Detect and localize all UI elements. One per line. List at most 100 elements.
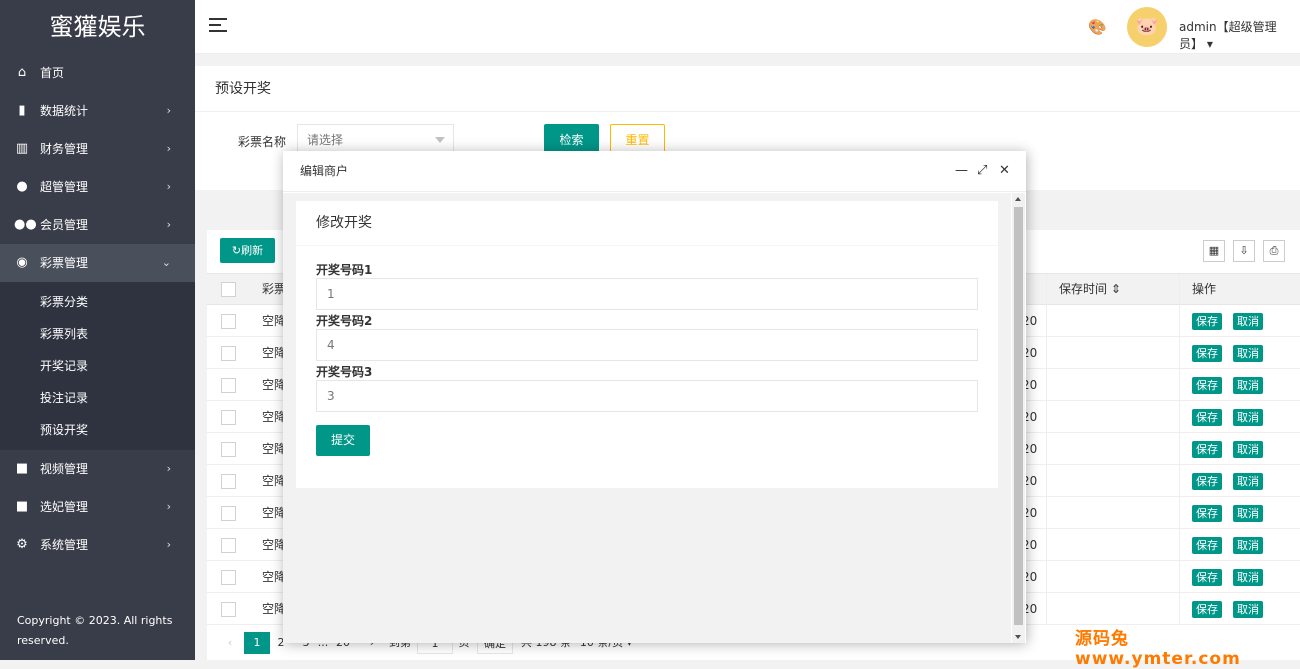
row-save-button[interactable]: 保存 [1192, 505, 1222, 522]
palette-icon[interactable]: 🎨 [1088, 18, 1107, 36]
refresh-label: 刷新 [241, 244, 264, 257]
close-icon[interactable]: ✕ [999, 164, 1010, 178]
row-save-button[interactable]: 保存 [1192, 473, 1222, 490]
sidebar-item-label: 彩票管理 [40, 256, 89, 270]
modal-title: 编辑商户 [283, 151, 1026, 192]
page-current[interactable]: 1 [244, 632, 270, 654]
row-save-button[interactable]: 保存 [1192, 377, 1222, 394]
user-menu[interactable]: admin【超级管理员】 ▾ [1179, 18, 1300, 52]
video-icon: ■ [15, 461, 29, 476]
caret-down-icon [435, 137, 445, 143]
row-cancel-button[interactable]: 取消 [1233, 537, 1263, 554]
col-save-time[interactable]: 保存时间 ⇕ [1059, 274, 1121, 305]
row-checkbox[interactable] [221, 506, 236, 521]
row-cancel-button[interactable]: 取消 [1233, 313, 1263, 330]
sidebar-subitem-category[interactable]: 彩票分类 [0, 286, 195, 318]
row-checkbox[interactable] [221, 442, 236, 457]
maximize-icon[interactable]: ⤢ [977, 164, 987, 178]
refresh-icon: ↻ [231, 244, 242, 257]
row-checkbox[interactable] [221, 474, 236, 489]
scroll-down-icon[interactable] [1015, 635, 1021, 639]
sidebar-item-finance[interactable]: ▥ 财务管理 › [0, 130, 195, 168]
row-cancel-button[interactable]: 取消 [1233, 505, 1263, 522]
sidebar-item-label: 超管管理 [40, 180, 89, 194]
topbar: 🎨 🐷 admin【超级管理员】 ▾ [195, 0, 1300, 54]
sidebar-subitem-bet-records[interactable]: 投注记录 [0, 382, 195, 414]
row-save-button[interactable]: 保存 [1192, 441, 1222, 458]
bank-icon: ▥ [15, 141, 29, 156]
row-cancel-button[interactable]: 取消 [1233, 345, 1263, 362]
field-label-2: 开奖号码2 [316, 314, 373, 328]
row-checkbox[interactable] [221, 538, 236, 553]
row-cancel-button[interactable]: 取消 [1233, 441, 1263, 458]
submit-button[interactable]: 提交 [316, 425, 370, 456]
page-title: 预设开奖 [195, 66, 1300, 112]
sidebar-item-stats[interactable]: ▮ 数据统计 › [0, 92, 195, 130]
chevron-down-icon: ⌄ [161, 256, 171, 269]
gamepad-icon: ◉ [16, 255, 28, 270]
refresh-button[interactable]: ↻刷新 [220, 238, 275, 263]
sidebar-item-label: 会员管理 [40, 218, 89, 232]
modal-scrollbar[interactable] [1012, 193, 1025, 643]
row-save-button[interactable]: 保存 [1192, 601, 1222, 618]
copyright: Copyright © 2023. All rights reserved. [17, 614, 173, 647]
sidebar-item-system[interactable]: ⚙ 系统管理 › [0, 526, 195, 564]
sidebar-item-label: 选妃管理 [40, 500, 89, 514]
draw-number-1-input[interactable]: 1 [316, 278, 978, 310]
sidebar-item-admins[interactable]: ● 超管管理 › [0, 168, 195, 206]
row-cancel-button[interactable]: 取消 [1233, 601, 1263, 618]
row-checkbox[interactable] [221, 346, 236, 361]
scroll-up-icon[interactable] [1015, 197, 1021, 201]
row-cancel-button[interactable]: 取消 [1233, 409, 1263, 426]
filter-label: 彩票名称 [238, 135, 287, 149]
sidebar-subitem-preset-draw[interactable]: 预设开奖 [0, 414, 195, 446]
scroll-thumb[interactable] [1014, 207, 1023, 625]
sidebar-item-select[interactable]: ■ 选妃管理 › [0, 488, 195, 526]
edit-modal: 编辑商户 — ⤢ ✕ 修改开奖 开奖号码1 1 开奖号码2 4 开奖号码3 3 … [283, 151, 1026, 643]
row-checkbox[interactable] [221, 410, 236, 425]
select-all-checkbox[interactable] [221, 282, 236, 297]
columns-icon[interactable]: ▦ [1203, 240, 1225, 262]
row-cancel-button[interactable]: 取消 [1233, 377, 1263, 394]
sidebar-item-label: 系统管理 [40, 538, 89, 552]
menu-toggle-icon[interactable] [209, 18, 227, 32]
row-save-button[interactable]: 保存 [1192, 345, 1222, 362]
row-checkbox[interactable] [221, 378, 236, 393]
chevron-right-icon: › [166, 538, 171, 551]
gear-icon: ⚙ [16, 537, 28, 552]
row-save-button[interactable]: 保存 [1192, 569, 1222, 586]
draw-number-3-input[interactable]: 3 [316, 380, 978, 412]
row-checkbox[interactable] [221, 570, 236, 585]
sidebar-item-home[interactable]: ⌂ 首页 [0, 54, 195, 92]
export-icon[interactable]: ⇩ [1233, 240, 1255, 262]
sidebar-item-label: 财务管理 [40, 142, 89, 156]
row-cancel-button[interactable]: 取消 [1233, 569, 1263, 586]
row-save-button[interactable]: 保存 [1192, 409, 1222, 426]
sidebar-item-label: 首页 [40, 66, 65, 80]
field-label-1: 开奖号码1 [316, 263, 373, 277]
sidebar-item-video[interactable]: ■ 视频管理 › [0, 450, 195, 488]
row-save-button[interactable]: 保存 [1192, 313, 1222, 330]
row-cancel-button[interactable]: 取消 [1233, 473, 1263, 490]
users-icon: ●● [14, 217, 37, 232]
chevron-right-icon: › [166, 462, 171, 475]
sidebar-item-lottery[interactable]: ◉ 彩票管理 ⌄ [0, 244, 195, 282]
field-label-3: 开奖号码3 [316, 365, 373, 379]
draw-number-2-input[interactable]: 4 [316, 329, 978, 361]
minimize-icon[interactable]: — [955, 164, 968, 178]
chevron-right-icon: › [166, 218, 171, 231]
sidebar-subitem-draw-records[interactable]: 开奖记录 [0, 350, 195, 382]
row-checkbox[interactable] [221, 314, 236, 329]
prev-page-icon[interactable]: ‹ [225, 632, 235, 654]
row-save-button[interactable]: 保存 [1192, 537, 1222, 554]
bar-chart-icon: ▮ [18, 103, 26, 118]
sidebar-item-members[interactable]: ●● 会员管理 › [0, 206, 195, 244]
avatar[interactable]: 🐷 [1127, 7, 1167, 47]
print-icon[interactable]: ⎙ [1263, 240, 1285, 262]
form-card: 修改开奖 开奖号码1 1 开奖号码2 4 开奖号码3 3 提交 [296, 201, 998, 488]
watermark: 源码兔 www.ymter.com [1075, 629, 1241, 669]
row-checkbox[interactable] [221, 602, 236, 617]
card-title: 修改开奖 [296, 201, 998, 246]
sidebar-subitem-list[interactable]: 彩票列表 [0, 318, 195, 350]
chevron-right-icon: › [166, 142, 171, 155]
